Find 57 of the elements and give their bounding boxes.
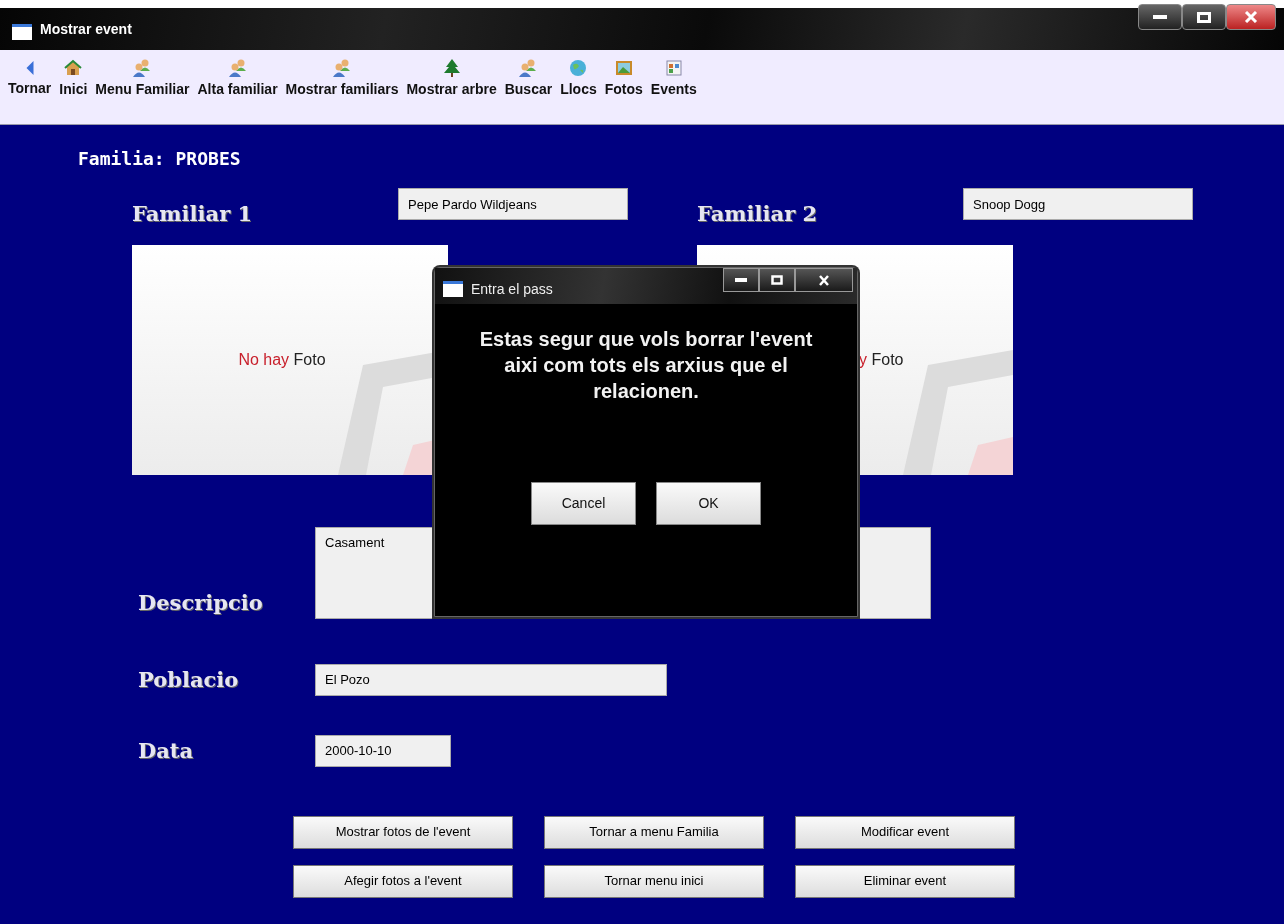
toolbar-button[interactable]: Menu Familiar <box>95 58 190 100</box>
calendar-icon <box>663 58 684 78</box>
dialog-button[interactable]: OK <box>656 482 761 525</box>
toolbar-button[interactable]: Tornar <box>8 58 52 99</box>
action-button[interactable]: Mostrar fotos de l'event <box>293 815 513 849</box>
no-photo-text: y Foto <box>859 349 904 370</box>
minimize-icon <box>735 278 747 282</box>
close-icon <box>818 274 830 286</box>
toolbar-button[interactable]: Mostrar arbre <box>406 58 497 100</box>
dialog-message: Estas segur que vols borrar l'event aixi com tots els arxius que el relacionen. <box>478 327 814 404</box>
member-label: Familiar 2 <box>697 200 819 228</box>
text-field[interactable]: El Pozo <box>315 663 667 696</box>
action-button[interactable]: Modificar event <box>795 815 1015 849</box>
window-title: Mostrar event <box>40 20 132 39</box>
back-icon <box>25 61 34 75</box>
action-button[interactable]: Tornar a menu Familia <box>544 815 764 849</box>
minimize-button[interactable] <box>723 268 759 292</box>
window-icon <box>12 24 32 40</box>
globe-icon <box>568 58 589 78</box>
toolbar-button[interactable]: Mostrar familiars <box>285 58 399 100</box>
toolbar-button[interactable]: Alta familiar <box>197 58 278 100</box>
maximize-icon <box>1197 11 1211 23</box>
member-label: Familiar 1 <box>132 200 254 228</box>
toolbar-button[interactable]: Inici <box>59 58 88 100</box>
maximize-icon <box>771 275 783 285</box>
toolbar-button[interactable]: Fotos <box>604 58 643 100</box>
close-button[interactable] <box>795 268 853 292</box>
maximize-button[interactable] <box>759 268 795 292</box>
toolbar-button[interactable]: Llocs <box>560 58 597 100</box>
minimize-icon <box>1153 15 1167 19</box>
name-field[interactable]: Pepe Pardo Wildjeans <box>398 188 628 220</box>
window-icon <box>443 281 463 297</box>
name-field[interactable]: Snoop Dogg <box>963 188 1193 220</box>
action-button[interactable]: Tornar menu inici <box>544 864 764 898</box>
close-icon <box>1244 11 1258 23</box>
field-label: Descripcio <box>138 589 264 617</box>
close-button[interactable] <box>1226 4 1276 30</box>
picture-icon <box>613 58 634 78</box>
house-icon <box>63 58 84 78</box>
text-field[interactable]: 2000-10-10 <box>315 734 451 767</box>
field-label: Poblacio <box>138 666 240 694</box>
people-icon <box>227 58 248 78</box>
toolbar-button[interactable]: Events <box>650 58 697 100</box>
field-label: Data <box>138 737 195 765</box>
action-button[interactable]: Eliminar event <box>795 864 1015 898</box>
action-button[interactable]: Afegir fotos a l'event <box>293 864 513 898</box>
tree-icon <box>441 58 462 78</box>
family-label: Familia: PROBES <box>78 147 241 171</box>
toolbar-button[interactable]: Buscar <box>504 58 553 100</box>
people-icon <box>518 58 539 78</box>
dialog-title: Entra el pass <box>471 279 553 299</box>
dialog-button[interactable]: Cancel <box>531 482 636 525</box>
maximize-button[interactable] <box>1182 4 1226 30</box>
people-icon <box>132 58 153 78</box>
people-icon <box>332 58 352 78</box>
minimize-button[interactable] <box>1138 4 1182 30</box>
no-photo-text: No hay Foto <box>238 349 326 370</box>
